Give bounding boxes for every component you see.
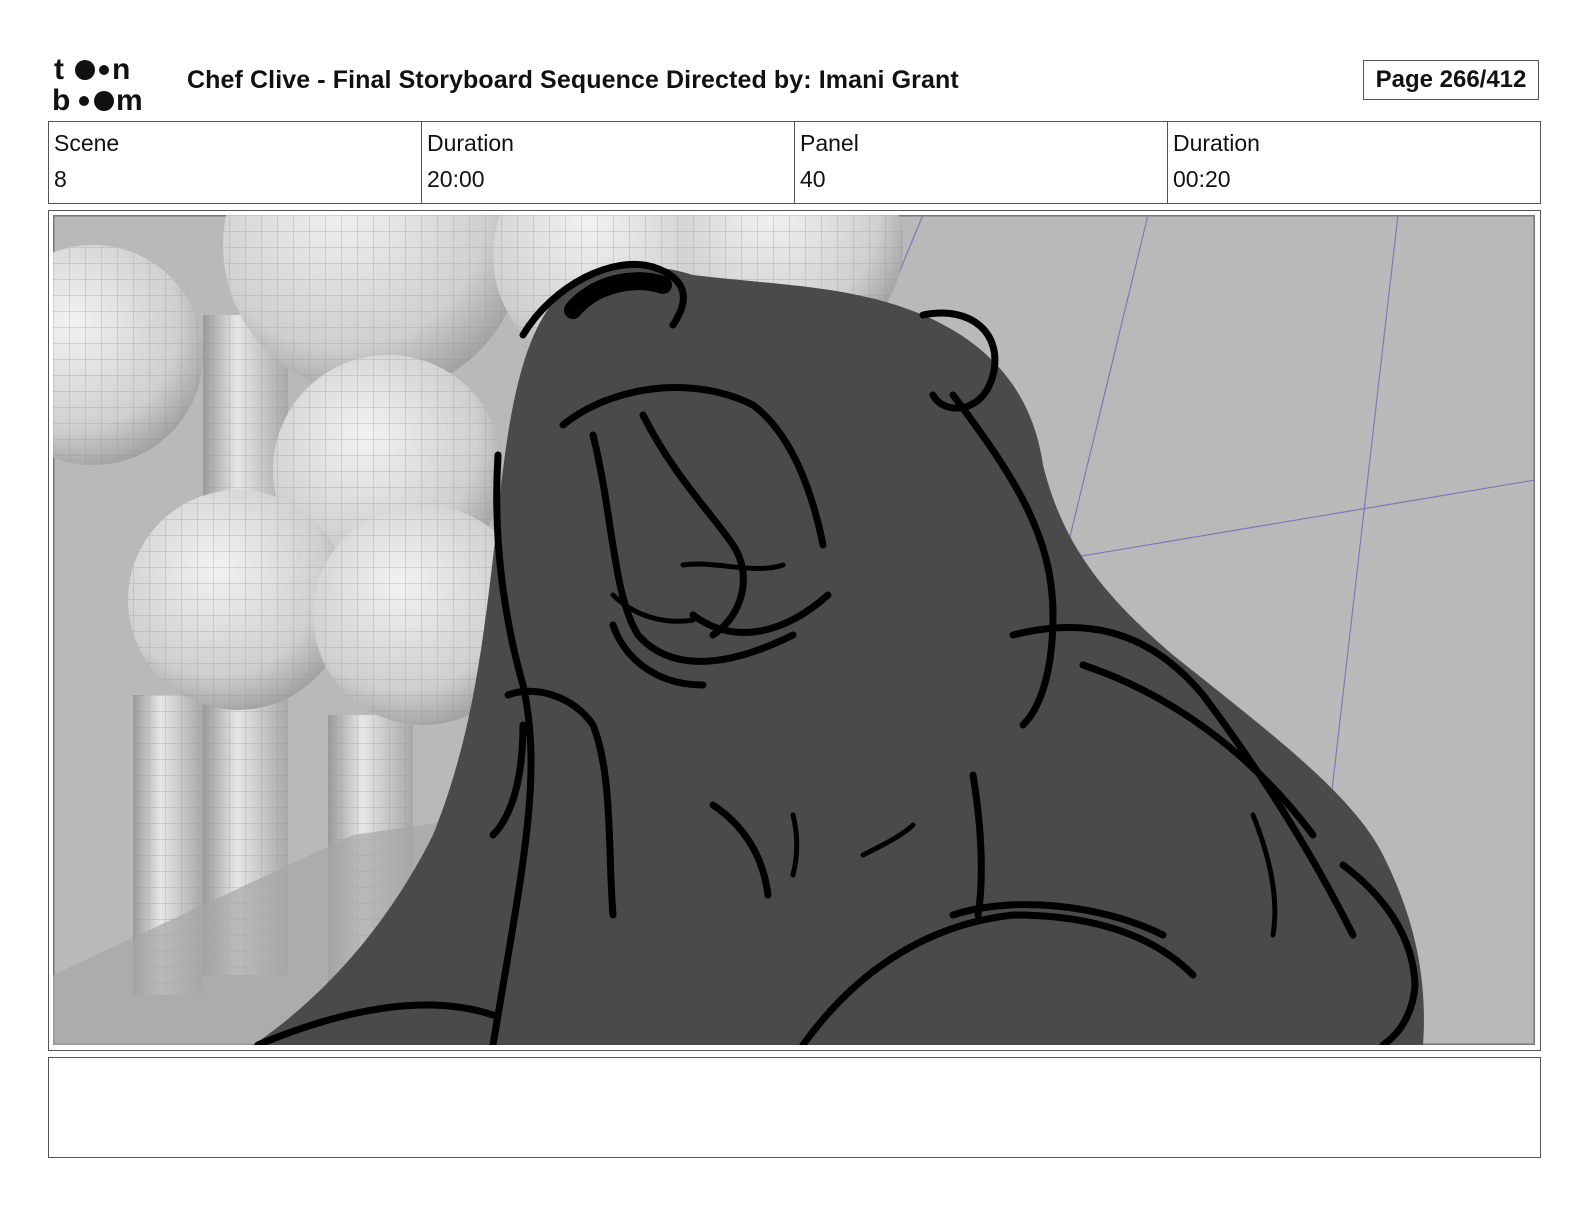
panel-cell: Panel 40 xyxy=(795,122,1168,203)
panel-duration-cell: Duration 00:20 xyxy=(1168,122,1540,203)
scene-value: 8 xyxy=(54,166,67,192)
panel-duration-label: Duration xyxy=(1173,130,1260,156)
panel-notes-box xyxy=(48,1057,1541,1158)
scene-cell: Scene 8 xyxy=(49,122,422,203)
scene-duration-label: Duration xyxy=(427,130,514,156)
bear-sketch-image xyxy=(53,215,1535,1045)
svg-text:b: b xyxy=(52,84,70,114)
svg-text:m: m xyxy=(116,84,143,114)
scene-info-table: Scene 8 Duration 20:00 Panel 40 Duration… xyxy=(48,121,1541,204)
scene-label: Scene xyxy=(54,130,120,156)
panel-duration-value: 00:20 xyxy=(1173,166,1231,192)
scene-duration-value: 20:00 xyxy=(427,166,485,192)
toon-boom-logo: t n b m xyxy=(52,52,164,117)
panel-label: Panel xyxy=(800,130,859,156)
storyboard-panel xyxy=(48,210,1541,1051)
svg-text:n: n xyxy=(112,53,130,86)
scene-duration-cell: Duration 20:00 xyxy=(422,122,795,203)
document-title: Chef Clive - Final Storyboard Sequence D… xyxy=(187,66,959,94)
svg-text:t: t xyxy=(54,53,64,86)
page-indicator: Page 266/412 xyxy=(1363,60,1539,100)
panel-value: 40 xyxy=(800,166,826,192)
